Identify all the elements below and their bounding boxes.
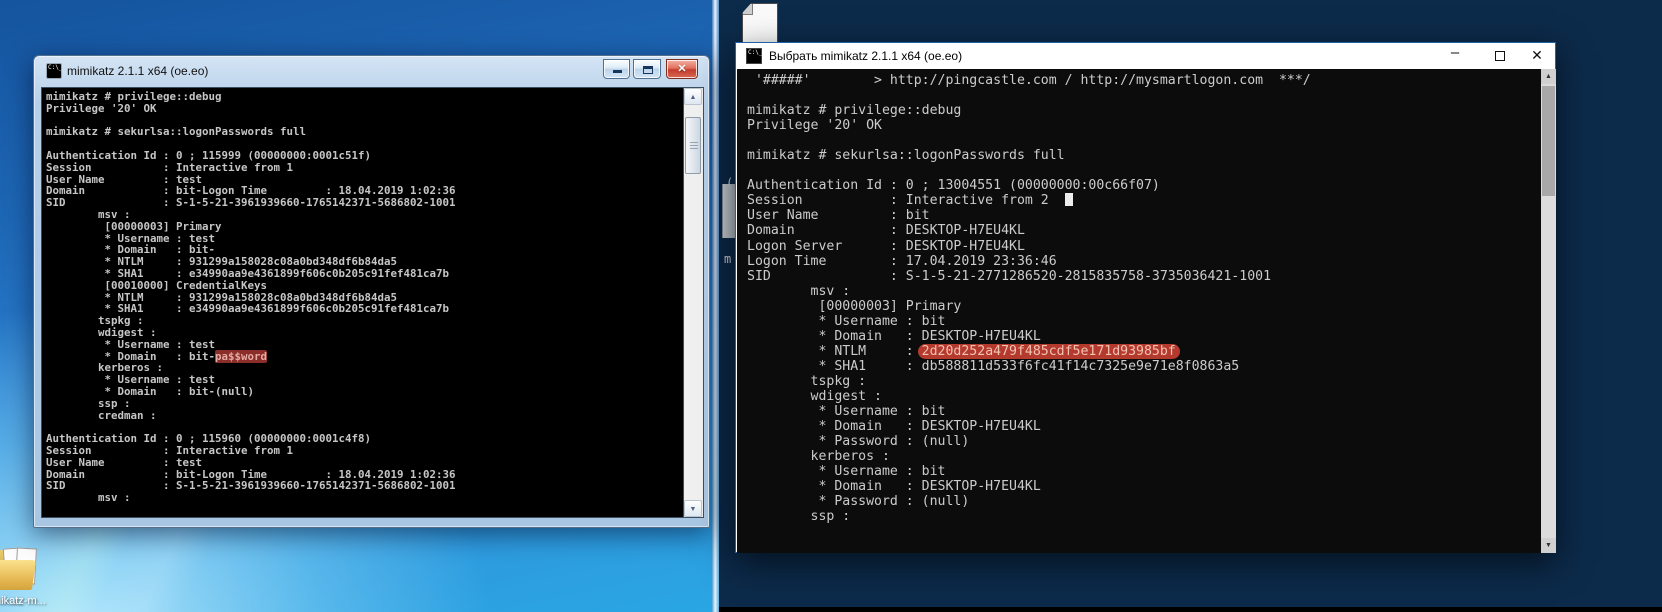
close-icon: ✕	[677, 63, 686, 75]
console-line: mimikatz # sekurlsa::logonPasswords full	[747, 148, 1311, 163]
maximize-icon	[1495, 51, 1505, 61]
console-line: * NTLM : 2d20d252a479f485cdf5e171d93985b…	[747, 344, 1311, 359]
folder-front	[0, 560, 36, 590]
background-window-text: m	[724, 252, 731, 266]
maximize-button[interactable]	[633, 59, 661, 79]
console-line: User Name : bit	[747, 208, 1311, 223]
console-text: '#####' > http://pingcastle.com / http:/…	[747, 73, 1311, 524]
console-line: * Username : bit	[747, 314, 1311, 329]
console-app-icon: C:\_	[746, 48, 762, 64]
redacted-highlight-annotation: pa$$word	[215, 350, 267, 363]
console-line: * Username : bit	[747, 404, 1311, 419]
console-line: msv :	[46, 492, 456, 504]
console-line: * Domain : DESKTOP-H7EU4KL	[747, 479, 1311, 494]
vertical-scrollbar[interactable]: ▲ ▼	[1541, 69, 1556, 553]
scroll-down-icon[interactable]: ▼	[684, 500, 702, 517]
console-line: SID : S-1-5-21-2771286520-2815835758-373…	[747, 269, 1311, 284]
console-text: mimikatz # privilege::debugPrivilege '20…	[46, 91, 456, 504]
folder-icon-label: mikatz-m...	[0, 595, 44, 607]
console-line: Logon Server : DESKTOP-H7EU4KL	[747, 239, 1311, 254]
close-icon: ✕	[1531, 47, 1543, 63]
title-bar[interactable]: C:\_ mimikatz 2.1.1 x64 (oe.eo) ✕	[34, 56, 709, 87]
console-line	[747, 88, 1311, 103]
dual-desktop-screenshot: mikatz-m... C:\_ mimikatz 2.1.1 x64 (oe.…	[0, 0, 1662, 612]
console-line: * Password : (null)	[747, 434, 1311, 449]
scroll-up-icon[interactable]: ▲	[1541, 69, 1556, 84]
mimikatz-window-win10: C:\_ Выбрать mimikatz 2.1.1 x64 (oe.eo) …	[735, 42, 1556, 553]
console-output-area[interactable]: '#####' > http://pingcastle.com / http:/…	[737, 69, 1541, 553]
minimize-icon	[613, 70, 622, 73]
close-button[interactable]: ✕	[666, 59, 698, 79]
console-line: msv :	[747, 284, 1311, 299]
console-line: Authentication Id : 0 ; 13004551 (000000…	[747, 178, 1311, 193]
console-line: * Username : bit	[747, 464, 1311, 479]
redacted-highlight-annotation: 2d20d252a479f485cdf5e171d93985bf	[918, 344, 1180, 359]
console-line: * SHA1 : db588811d533f6fc41f14c7325e9e71…	[747, 359, 1311, 374]
window-title: Выбрать mimikatz 2.1.1 x64 (oe.eo)	[769, 49, 962, 63]
console-line: ssp :	[46, 398, 456, 410]
screen-divider	[712, 0, 719, 612]
console-line: Privilege '20' OK	[46, 103, 456, 115]
console-line	[747, 133, 1311, 148]
console-line: mimikatz # sekurlsa::logonPasswords full	[46, 126, 456, 138]
console-line: * Domain : DESKTOP-H7EU4KL	[747, 419, 1311, 434]
console-line: wdigest :	[747, 389, 1311, 404]
console-line: Session : Interactive from 1	[46, 162, 456, 174]
console-output-area[interactable]: mimikatz # privilege::debugPrivilege '20…	[41, 87, 684, 518]
screen-bottom-edge	[719, 607, 1662, 612]
console-line: tspkg :	[747, 374, 1311, 389]
maximize-button[interactable]	[1480, 43, 1520, 69]
background-window-text: (	[726, 176, 733, 190]
desktop-folder-icon[interactable]: mikatz-m...	[0, 546, 44, 608]
scroll-down-icon[interactable]: ▼	[1541, 538, 1556, 553]
console-line: kerberos :	[747, 449, 1311, 464]
console-line: [00010000] CredentialKeys	[46, 280, 456, 292]
console-line: '#####' > http://pingcastle.com / http:/…	[747, 73, 1311, 88]
title-bar[interactable]: C:\_ Выбрать mimikatz 2.1.1 x64 (oe.eo) …	[736, 43, 1555, 69]
console-line: Logon Time : 17.04.2019 23:36:46	[747, 254, 1311, 269]
console-line: credman :	[46, 410, 456, 422]
console-line: * SHA1 : e34990aa9e4361899f606c0b205c91f…	[46, 268, 456, 280]
maximize-icon	[643, 66, 653, 74]
console-line: * Domain : DESKTOP-H7EU4KL	[747, 329, 1311, 344]
console-line: [00000003] Primary	[747, 299, 1311, 314]
minimize-button[interactable]: –	[1435, 43, 1475, 69]
console-line: [00000003] Primary	[46, 221, 456, 233]
scroll-up-icon[interactable]: ▲	[684, 88, 702, 105]
mimikatz-window-win7: C:\_ mimikatz 2.1.1 x64 (oe.eo) ✕ mimika…	[33, 55, 710, 528]
document-file-icon[interactable]	[742, 3, 778, 43]
console-line: Session : Interactive from 1	[46, 445, 456, 457]
minimize-button[interactable]	[603, 59, 630, 79]
console-line: Authentication Id : 0 ; 115999 (00000000…	[46, 150, 456, 162]
console-line: ssp :	[747, 509, 1311, 524]
text-cursor	[1065, 193, 1073, 206]
console-line: Session : Interactive from 2	[747, 193, 1311, 208]
console-line	[747, 163, 1311, 178]
thumb-grip	[690, 142, 698, 143]
console-line: Privilege '20' OK	[747, 118, 1311, 133]
vertical-scrollbar[interactable]: ▲ ▼	[684, 87, 704, 518]
console-line: Domain : DESKTOP-H7EU4KL	[747, 223, 1311, 238]
console-line: User Name : test	[46, 457, 456, 469]
background-window-edge	[722, 184, 736, 238]
console-line: mimikatz # privilege::debug	[747, 103, 1311, 118]
console-line: * Domain : bit-(null)	[46, 386, 456, 398]
scrollbar-thumb[interactable]	[685, 117, 701, 174]
console-line: wdigest :	[46, 327, 456, 339]
close-button[interactable]: ✕	[1519, 43, 1555, 69]
console-line: * Password : (null)	[747, 494, 1311, 509]
scrollbar-thumb[interactable]	[1542, 86, 1555, 196]
window-title: mimikatz 2.1.1 x64 (oe.eo)	[67, 64, 208, 78]
minimize-icon: –	[1451, 44, 1459, 61]
console-app-icon: C:\_	[46, 63, 62, 79]
console-line: msv :	[46, 209, 456, 221]
